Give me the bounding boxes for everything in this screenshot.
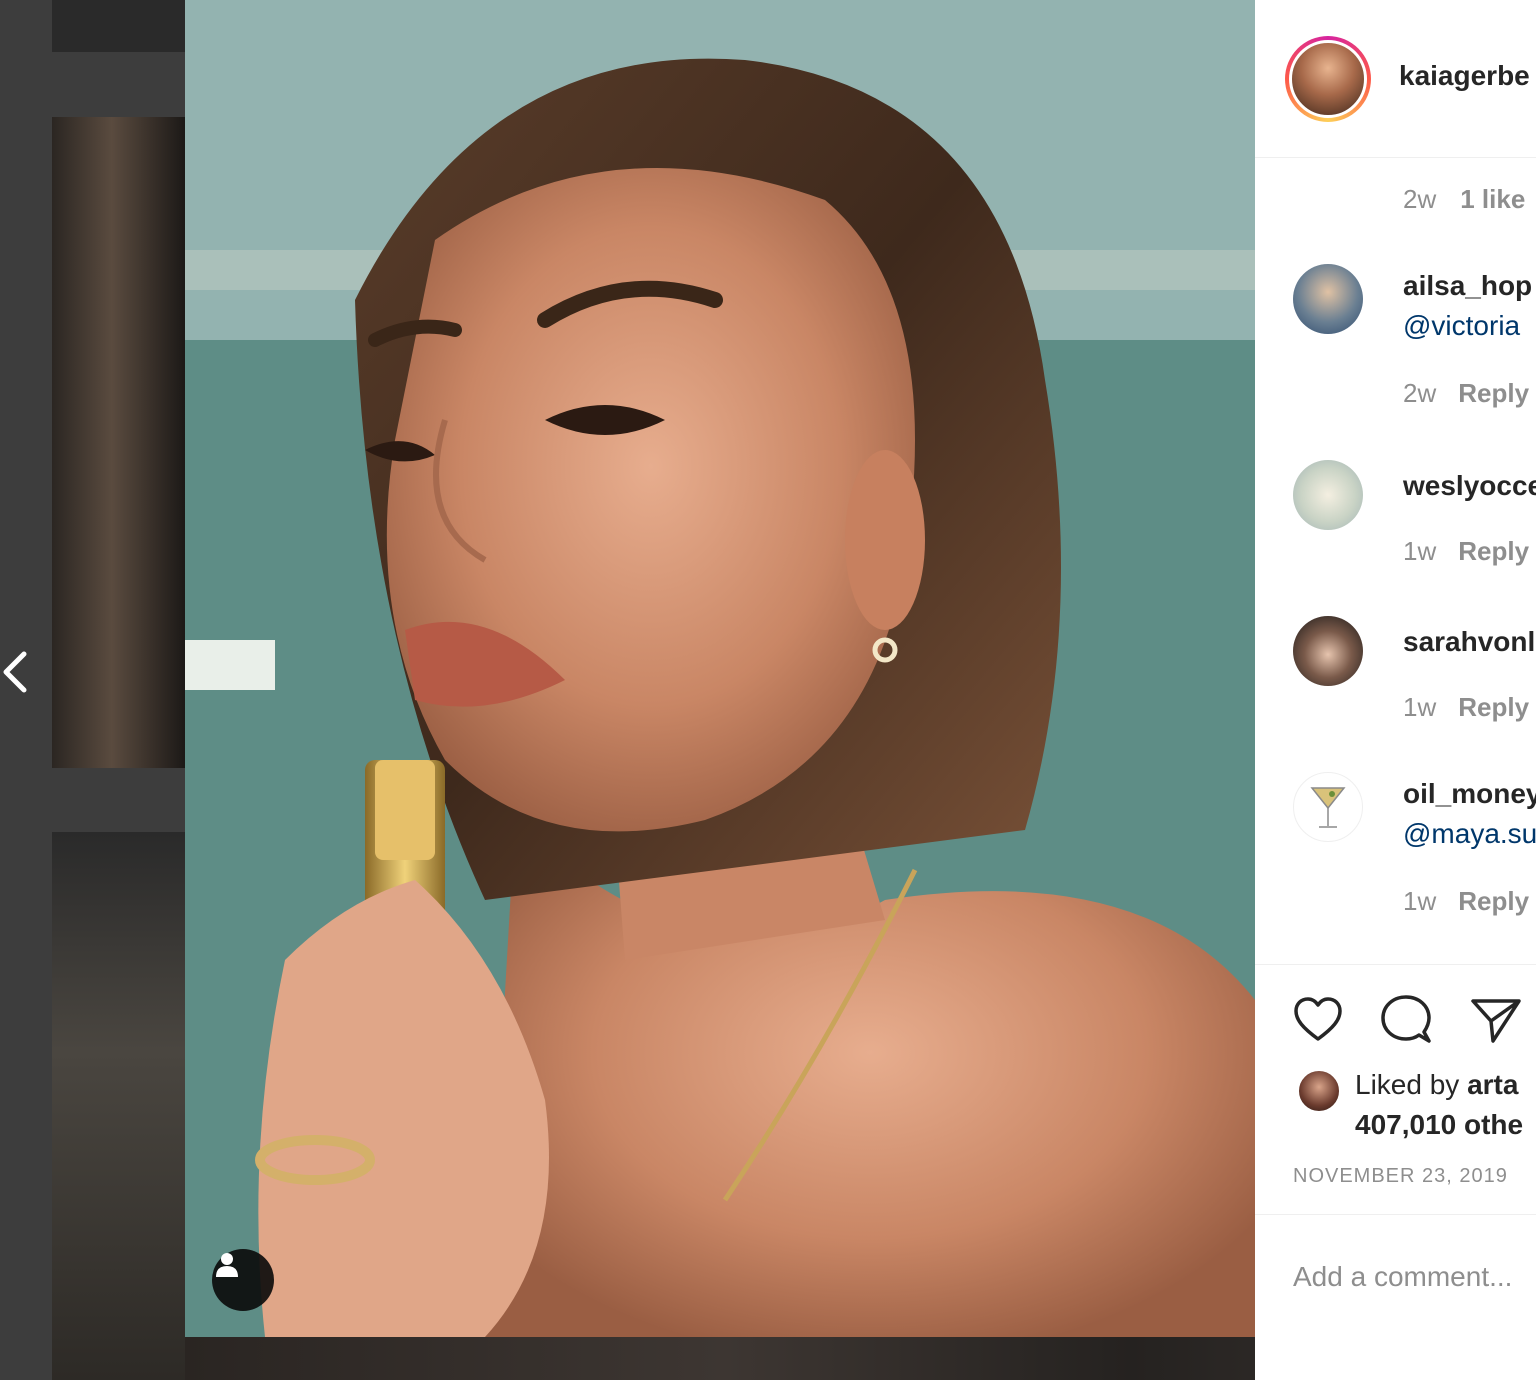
comment-age: 1w bbox=[1403, 536, 1437, 566]
post-header: kaiagerbe bbox=[1255, 0, 1536, 158]
comment-meta: 1w Reply bbox=[1403, 692, 1529, 723]
add-comment-input[interactable] bbox=[1293, 1257, 1536, 1297]
avatar[interactable] bbox=[1293, 616, 1363, 686]
add-comment-bar bbox=[1255, 1214, 1536, 1380]
comment-username[interactable]: weslyocce bbox=[1403, 470, 1536, 502]
comment-mention[interactable]: @victoria bbox=[1403, 310, 1520, 342]
comment-age: 2w bbox=[1403, 378, 1437, 408]
liked-by-others[interactable]: 407,010 othe bbox=[1355, 1109, 1523, 1141]
post-image[interactable] bbox=[185, 0, 1255, 1337]
avatar[interactable] bbox=[1293, 264, 1363, 334]
post-sidebar: kaiagerbe 2w 1 like ailsa_hop @victoria 2… bbox=[1255, 0, 1536, 1380]
reply-button[interactable]: Reply bbox=[1458, 378, 1529, 408]
comment-item: weslyocce 1w Reply bbox=[1255, 460, 1536, 580]
author-avatar-story-ring[interactable] bbox=[1285, 36, 1371, 122]
comment-meta: 1w Reply bbox=[1403, 886, 1529, 917]
comment-age: 1w bbox=[1403, 886, 1437, 916]
post-photo-illustration bbox=[185, 0, 1255, 1337]
comment-mention[interactable]: @maya.su bbox=[1403, 818, 1536, 850]
background-grid-thumbnail bbox=[52, 832, 185, 1380]
comment-username[interactable]: sarahvonl bbox=[1403, 626, 1535, 658]
caption-age: 2w bbox=[1403, 184, 1437, 214]
post-actions: Liked by arta 407,010 othe NOVEMBER 23, … bbox=[1255, 964, 1536, 1214]
avatar[interactable] bbox=[1293, 460, 1363, 530]
comment-age: 1w bbox=[1403, 692, 1437, 722]
liked-by-user[interactable]: arta bbox=[1467, 1069, 1518, 1100]
heart-icon[interactable] bbox=[1291, 993, 1345, 1047]
comment-item: oil_money @maya.su 1w Reply bbox=[1255, 772, 1536, 942]
comment-meta: 2w Reply bbox=[1403, 378, 1529, 409]
comment-item: ailsa_hop @victoria 2w Reply bbox=[1255, 264, 1536, 434]
martini-glass-icon bbox=[1310, 787, 1346, 828]
comment-username[interactable]: oil_money bbox=[1403, 778, 1536, 810]
reply-button[interactable]: Reply bbox=[1458, 886, 1529, 916]
background-grid-thumbnail bbox=[52, 117, 185, 768]
avatar bbox=[1289, 40, 1367, 118]
caption-meta: 2w 1 like bbox=[1403, 184, 1525, 215]
liked-by-prefix: Liked by bbox=[1355, 1069, 1468, 1100]
avatar[interactable] bbox=[1297, 1069, 1341, 1113]
comment-meta: 1w Reply bbox=[1403, 536, 1529, 567]
comment-item: sarahvonl 1w Reply bbox=[1255, 616, 1536, 736]
previous-post-button[interactable] bbox=[0, 640, 30, 700]
reply-button[interactable]: Reply bbox=[1458, 536, 1529, 566]
share-icon[interactable] bbox=[1469, 993, 1523, 1047]
tagged-users-button[interactable] bbox=[212, 1249, 274, 1311]
comment-icon[interactable] bbox=[1379, 993, 1433, 1047]
caption-like-count[interactable]: 1 like bbox=[1460, 184, 1525, 214]
post-date[interactable]: NOVEMBER 23, 2019 bbox=[1293, 1165, 1508, 1188]
chevron-left-icon bbox=[3, 651, 27, 693]
comment-username[interactable]: ailsa_hop bbox=[1403, 270, 1532, 302]
author-username[interactable]: kaiagerbe bbox=[1399, 60, 1530, 92]
liked-by-text: Liked by arta bbox=[1355, 1069, 1518, 1101]
reply-button[interactable]: Reply bbox=[1458, 692, 1529, 722]
background-grid-thumbnail bbox=[52, 0, 185, 52]
user-tag-icon bbox=[216, 1253, 238, 1277]
avatar[interactable] bbox=[1293, 772, 1363, 842]
